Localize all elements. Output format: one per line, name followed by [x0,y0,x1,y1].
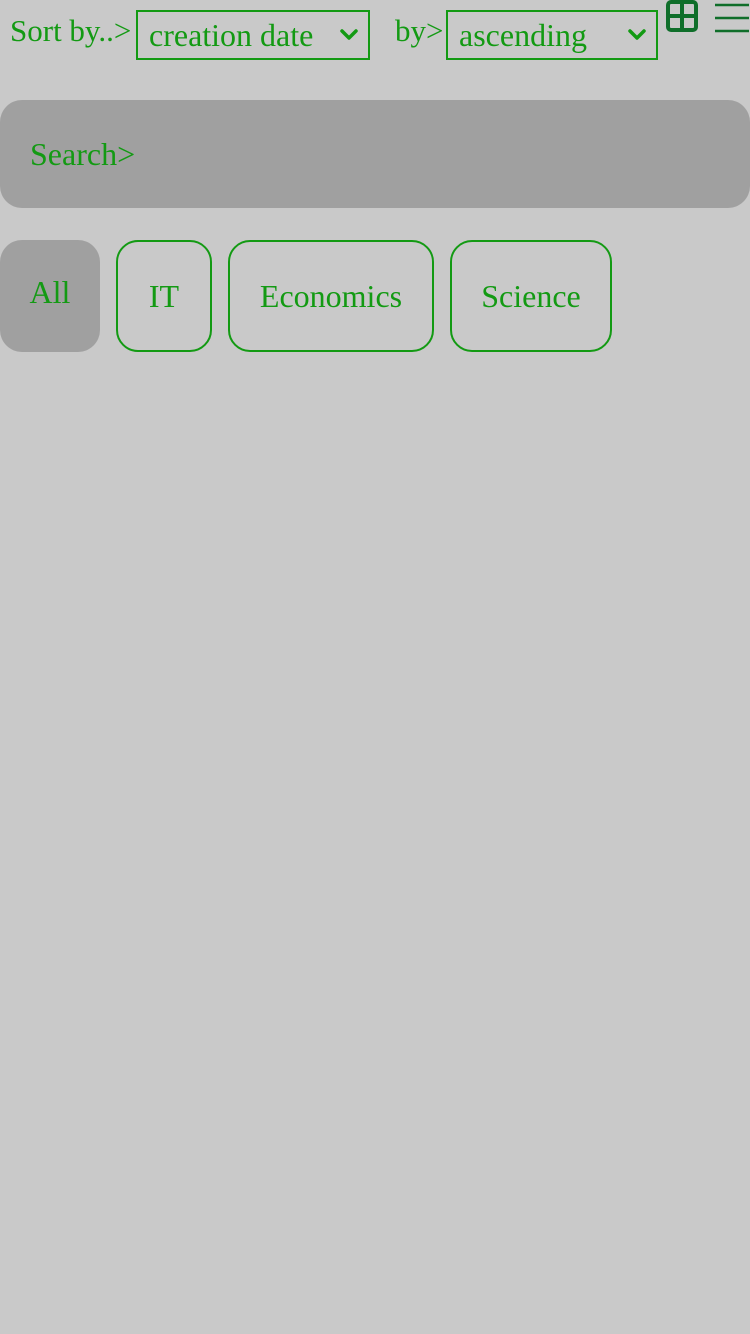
category-chip-label: Science [481,277,581,314]
category-chip-label: All [29,274,71,310]
category-chip-economics[interactable]: Economics [228,240,434,352]
category-chip-label: Economics [259,277,403,314]
category-chip-science[interactable]: Science [450,240,612,352]
sort-order-select[interactable]: ascending [446,10,658,60]
chevron-down-icon [340,29,358,40]
category-chip-all[interactable]: All [0,240,100,352]
category-chip-it[interactable]: IT [116,240,212,352]
sort-by-label: Sort by..> [10,13,132,48]
sort-order-value: ascending [459,16,587,53]
order-label: by> [395,13,444,48]
sort-field-select[interactable]: creation date [136,10,370,60]
category-chip-label: IT [148,277,180,314]
grid-view-icon[interactable] [666,0,698,32]
hamburger-menu-icon[interactable] [714,2,750,34]
chevron-down-icon [628,29,646,40]
sort-field-value: creation date [149,16,314,53]
search-placeholder: Search> [30,135,136,172]
search-input[interactable]: Search> [0,100,750,208]
